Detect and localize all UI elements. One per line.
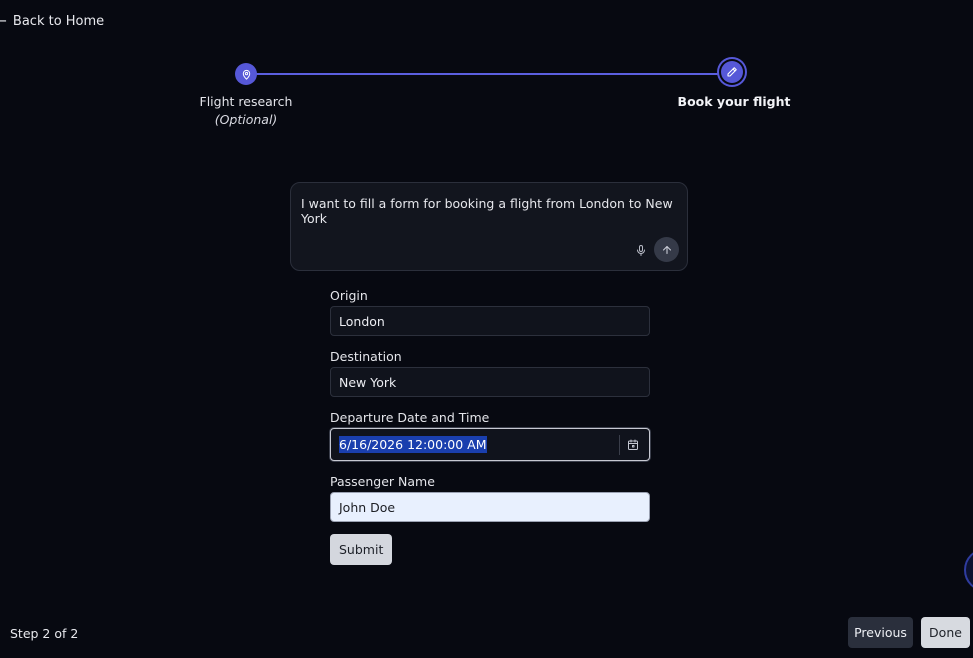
step-2-label: Book your flight <box>677 94 791 109</box>
step-2-indicator[interactable] <box>721 61 743 83</box>
departure-datetime-input[interactable]: 6/16/2026 12:00:00 AM <box>330 428 650 461</box>
passenger-name-input[interactable]: John Doe <box>330 492 650 522</box>
calendar-icon[interactable] <box>626 438 640 452</box>
destination-input[interactable]: New York <box>330 367 650 397</box>
passenger-value: John Doe <box>339 499 396 515</box>
done-button[interactable]: Done <box>921 617 970 648</box>
submit-button[interactable]: Submit <box>330 534 393 565</box>
step-1-title: Flight research <box>199 94 293 109</box>
origin-input[interactable]: London <box>330 306 650 336</box>
arrow-left-icon: ← <box>0 14 7 29</box>
departure-value: 6/16/2026 12:00:00 AM <box>339 436 487 453</box>
floating-action-button[interactable] <box>964 548 973 592</box>
origin-label: Origin <box>330 288 368 303</box>
arrow-up-icon <box>662 245 671 254</box>
departure-field-group: Departure Date and Time 6/16/2026 12:00:… <box>330 410 650 461</box>
origin-field-group: Origin London <box>330 288 650 336</box>
step-1-indicator[interactable] <box>235 63 257 85</box>
destination-label: Destination <box>330 349 402 364</box>
passenger-field-group: Passenger Name John Doe <box>330 474 650 522</box>
step-1-optional: (Optional) <box>214 112 278 127</box>
previous-button[interactable]: Previous <box>848 617 913 648</box>
stepper-progress-line <box>246 73 734 75</box>
pencil-icon <box>727 67 737 77</box>
back-to-home-link[interactable]: ← Back to Home <box>0 14 104 29</box>
booking-form: Origin London Destination New York Depar… <box>330 288 650 565</box>
back-to-home-label: Back to Home <box>12 14 105 29</box>
page-root: ← Back to Home Flight research (Optional… <box>0 0 973 658</box>
prompt-text[interactable]: I want to fill a form for booking a flig… <box>301 196 687 226</box>
calendar-divider <box>619 435 620 455</box>
destination-value: New York <box>339 374 397 390</box>
passenger-label: Passenger Name <box>330 474 435 489</box>
microphone-button[interactable] <box>633 242 649 258</box>
origin-value: London <box>339 313 385 329</box>
microphone-icon <box>637 244 645 256</box>
send-button[interactable] <box>654 237 679 262</box>
destination-field-group: Destination New York <box>330 349 650 397</box>
step-1-label: Flight research (Optional) <box>166 94 326 127</box>
prompt-box[interactable]: I want to fill a form for booking a flig… <box>290 182 688 271</box>
step-counter: Step 2 of 2 <box>10 626 79 641</box>
map-pin-icon <box>242 69 250 80</box>
departure-label: Departure Date and Time <box>330 410 490 425</box>
